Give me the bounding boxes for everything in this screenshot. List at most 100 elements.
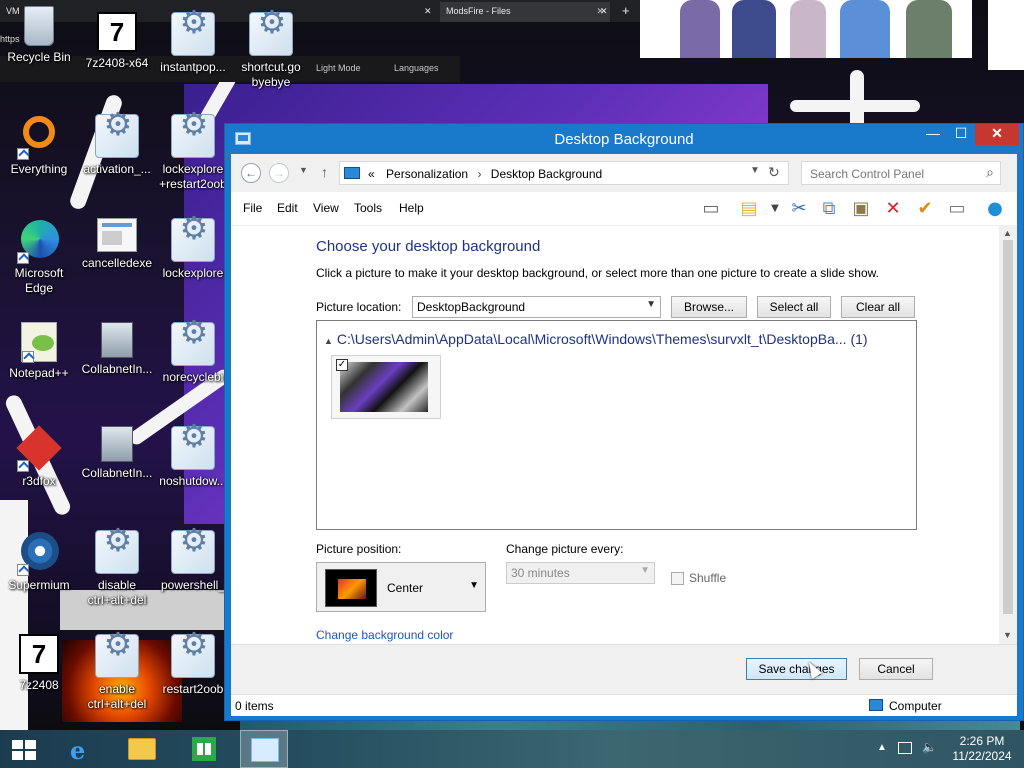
thumbnail-image: [340, 362, 428, 412]
taskbar-file-explorer[interactable]: [118, 730, 166, 768]
desktop-icon-powershell[interactable]: powershell_: [154, 530, 232, 593]
script-gear-icon: [171, 530, 216, 574]
picture-position-select[interactable]: Center ▼: [316, 562, 486, 612]
address-bar[interactable]: « Personalization › Desktop Background ▼…: [339, 161, 789, 185]
breadcrumb-personalization[interactable]: Personalization: [386, 167, 468, 181]
vertical-scrollbar[interactable]: ▲ ▼: [999, 226, 1017, 644]
scrollbar-thumb[interactable]: [1003, 240, 1013, 614]
breadcrumb-desktop-background[interactable]: Desktop Background: [491, 167, 602, 181]
desktop-icon-everything[interactable]: Everything: [0, 114, 78, 177]
help-bubble-icon[interactable]: ●: [983, 198, 1007, 220]
desktop-icon-instantpop[interactable]: instantpop...: [154, 12, 232, 75]
start-button[interactable]: [0, 730, 48, 768]
clear-all-button[interactable]: Clear all: [841, 296, 915, 318]
comic-figure: [732, 0, 776, 58]
address-history-dropdown[interactable]: ▼: [750, 165, 760, 176]
back-button[interactable]: ←: [241, 163, 261, 183]
minimize-button[interactable]: —: [919, 124, 947, 145]
script-gear-icon: [171, 426, 216, 470]
picture-location-select[interactable]: DesktopBackground ▼: [412, 296, 661, 318]
desktop-icon-7z2408-x64[interactable]: 7 7z2408-x64: [78, 12, 156, 71]
select-all-button[interactable]: Select all: [757, 296, 831, 318]
close-icon[interactable]: ✕: [594, 2, 612, 22]
window-titlebar[interactable]: Desktop Background — ☐ ✕: [225, 124, 1023, 154]
folder-options-icon[interactable]: ▤: [737, 198, 761, 220]
picture-gallery[interactable]: ▲ C:\Users\Admin\AppData\Local\Microsoft\…: [316, 320, 917, 530]
properties-check-icon[interactable]: ✔: [913, 198, 937, 220]
thumbnail-checkbox[interactable]: ✓: [336, 359, 348, 371]
up-button[interactable]: ↑: [321, 164, 328, 180]
desktop-icon-supermium[interactable]: Supermium: [0, 530, 78, 593]
taskbar-internet-explorer[interactable]: e: [56, 730, 104, 768]
desktop-icon-activation[interactable]: activation_...: [78, 114, 156, 177]
shuffle-checkbox[interactable]: [671, 572, 684, 585]
taskbar: e ▲ 🔈 2:26 PM 11/22/2024: [0, 730, 1024, 768]
breadcrumb-separator-icon[interactable]: ›: [477, 167, 481, 181]
desktop-icon-cancelledexe[interactable]: cancelledexe: [78, 218, 156, 271]
scroll-up-icon[interactable]: ▲: [1003, 228, 1012, 238]
desktop-icon-7z2408[interactable]: 7 7z2408: [0, 634, 78, 693]
breadcrumb-overflow[interactable]: «: [368, 167, 375, 181]
desktop-icon-restart2oob[interactable]: restart2oob: [154, 634, 232, 697]
desktop-icon-lockexplore-restart2oob[interactable]: lockexplore +restart2oob: [154, 114, 232, 192]
layout-pane-icon[interactable]: ▭: [699, 198, 723, 220]
menu-view[interactable]: View: [313, 201, 339, 215]
desktop-icon-disable-ctrl-alt-del[interactable]: disable ctrl+alt+del: [78, 530, 156, 608]
options-dropdown-icon[interactable]: ▼: [763, 198, 787, 220]
close-icon[interactable]: ✕: [418, 2, 436, 22]
desktop-icon-recycle-bin[interactable]: Recycle Bin: [0, 6, 78, 65]
desktop-icon-shortcut-go-byebye[interactable]: shortcut.go byebye: [232, 12, 310, 90]
browser-tab[interactable]: ModsFire - Files ✕: [440, 2, 610, 22]
languages-menu[interactable]: Languages: [394, 63, 439, 73]
recent-locations-dropdown[interactable]: ▼: [299, 165, 308, 175]
taskbar-control-panel[interactable]: [240, 730, 288, 768]
menu-tools[interactable]: Tools: [354, 201, 382, 215]
save-changes-button[interactable]: Save changes: [746, 658, 847, 680]
desktop-icon-noshutdown[interactable]: noshutdow...: [154, 426, 232, 489]
comic-figure: [790, 0, 826, 58]
change-interval-select[interactable]: 30 minutes ▼: [506, 562, 655, 584]
menu-file[interactable]: File: [243, 201, 262, 215]
taskbar-store[interactable]: [180, 730, 228, 768]
paste-icon[interactable]: ▣: [849, 198, 873, 220]
wallpaper-thumbnail[interactable]: ✓: [331, 355, 441, 419]
chevron-down-icon: ▼: [469, 580, 479, 591]
search-icon[interactable]: ⌕: [986, 164, 994, 181]
desktop-icon-label: cancelledexe: [81, 256, 153, 270]
forward-button[interactable]: →: [269, 163, 289, 183]
desktop-icon-r3dfox[interactable]: r3dfox: [0, 425, 78, 489]
new-tab-icon[interactable]: +: [616, 2, 636, 22]
script-gear-icon: [171, 634, 216, 678]
search-input[interactable]: Search Control Panel ⌕: [801, 161, 1001, 185]
network-icon[interactable]: [898, 742, 912, 754]
desktop-icon-collabnet-2[interactable]: CollabnetIn...: [78, 426, 156, 481]
refresh-icon[interactable]: ↻: [768, 164, 780, 181]
script-gear-icon: [171, 12, 216, 56]
desktop-icon-collabnet-1[interactable]: CollabnetIn...: [78, 322, 156, 377]
light-mode-toggle[interactable]: Light Mode: [316, 63, 361, 73]
change-background-color-link[interactable]: Change background color: [316, 628, 453, 642]
menu-help[interactable]: Help: [399, 201, 424, 215]
collapse-triangle-icon[interactable]: ▲: [324, 336, 333, 346]
delete-icon[interactable]: ✕: [881, 198, 905, 220]
system-clock[interactable]: 2:26 PM 11/22/2024: [944, 734, 1020, 764]
picture-location-value: DesktopBackground: [417, 300, 526, 314]
copy-icon[interactable]: ⧉: [817, 198, 841, 220]
desktop-icon-microsoft-edge[interactable]: Microsoft Edge: [0, 218, 78, 296]
desktop-icon-norecyclebin[interactable]: norecyclebi: [154, 322, 232, 385]
gallery-group-header[interactable]: ▲ C:\Users\Admin\AppData\Local\Microsoft\…: [324, 331, 868, 347]
menu-edit[interactable]: Edit: [277, 201, 298, 215]
desktop-icon-enable-ctrl-alt-del[interactable]: enable ctrl+alt+del: [78, 634, 156, 712]
scroll-down-icon[interactable]: ▼: [1003, 630, 1012, 640]
cut-icon[interactable]: ✂: [787, 198, 811, 220]
volume-muted-icon[interactable]: 🔈: [922, 740, 937, 754]
browse-button[interactable]: Browse...: [671, 296, 747, 318]
maximize-button[interactable]: ☐: [947, 124, 975, 145]
navigation-bar: ← → ▼ ↑ « Personalization › Desktop Back…: [231, 154, 1017, 192]
close-button[interactable]: ✕: [975, 124, 1019, 145]
desktop-icon-notepadpp[interactable]: Notepad++: [0, 322, 78, 381]
rename-icon[interactable]: ▭: [945, 198, 969, 220]
desktop-icon-lockexplore[interactable]: lockexplore: [154, 218, 232, 281]
show-hidden-icons[interactable]: ▲: [877, 742, 887, 753]
cancel-button[interactable]: Cancel: [859, 658, 933, 680]
